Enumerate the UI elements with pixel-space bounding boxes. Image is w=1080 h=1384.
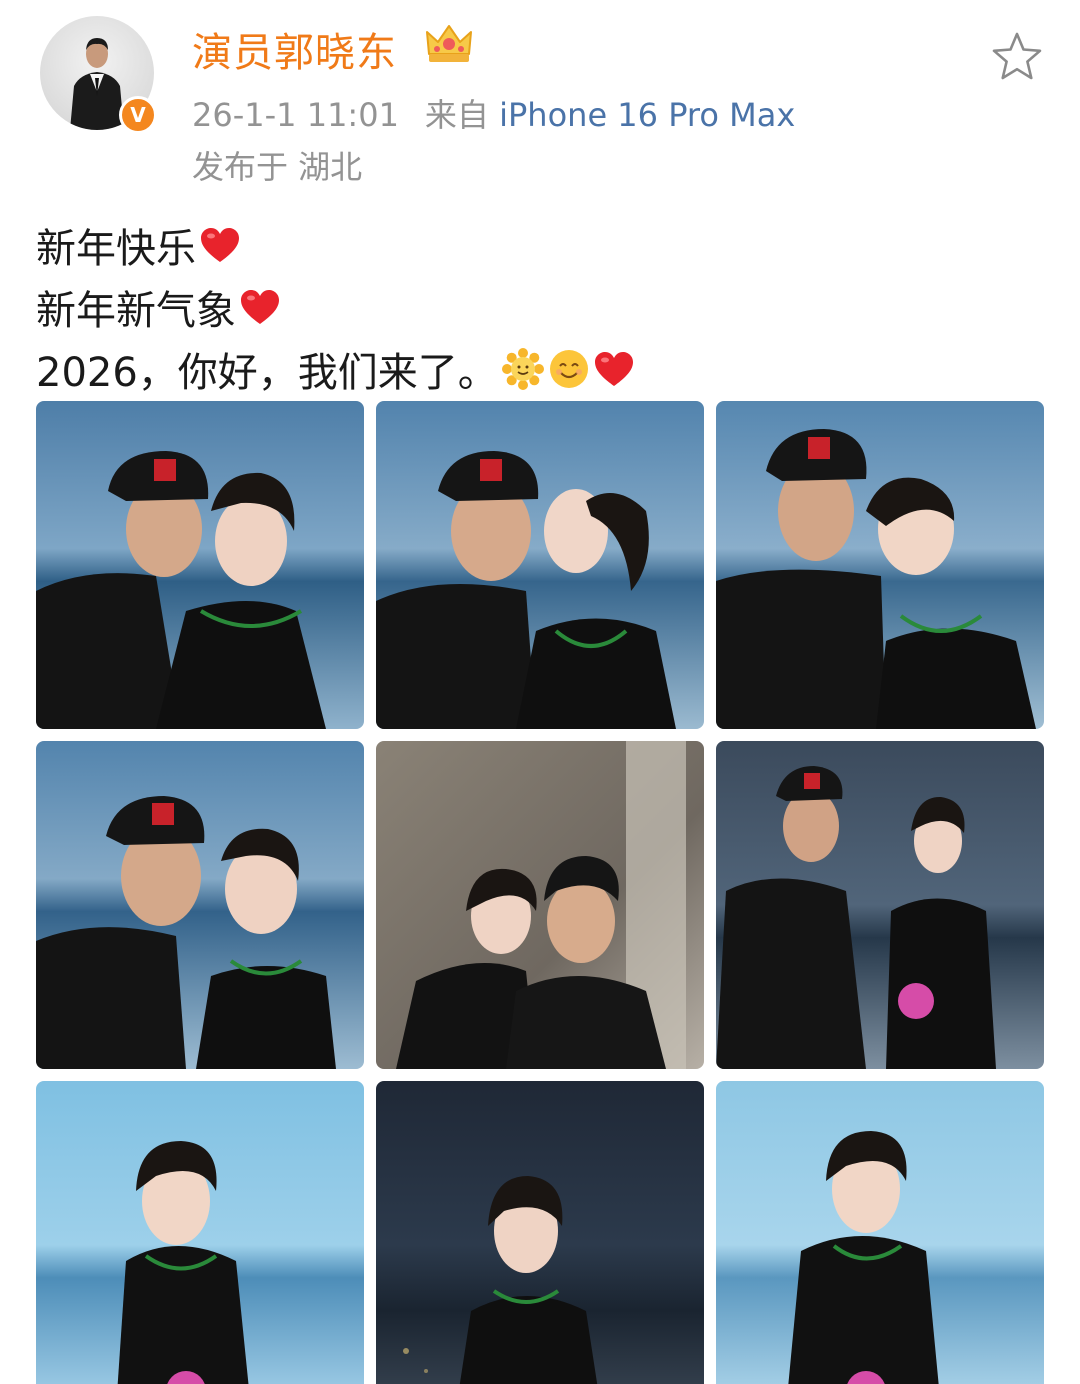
- verified-badge-icon: V: [119, 96, 157, 134]
- heart-icon: [241, 290, 279, 324]
- post-text: 新年快乐 新年新气象 2026，你好，我们来了。: [36, 214, 636, 400]
- couple-photo-2[interactable]: [376, 401, 704, 729]
- sunflower-icon: [501, 348, 544, 390]
- heart-icon: [201, 228, 239, 262]
- post-line-text: 2026，你好，我们来了。: [36, 350, 498, 396]
- device-link[interactable]: iPhone 16 Pro Max: [499, 96, 795, 134]
- post-line: 新年新气象: [36, 276, 636, 338]
- couple-photo-6[interactable]: [716, 741, 1044, 1069]
- couple-photo-5[interactable]: [376, 741, 704, 1069]
- post-line: 新年快乐: [36, 214, 636, 276]
- post-date: 26-1-1 11:01: [192, 96, 399, 134]
- weibo-post: V 演员郭晓东 26-1-1 11:01 来自 iPhone 16 Pro Max…: [0, 0, 1080, 1384]
- source-prefix: 来自: [424, 96, 489, 134]
- woman-portrait-1[interactable]: [36, 1081, 364, 1384]
- smile-icon: [549, 350, 588, 388]
- photo-grid: [36, 401, 1044, 1384]
- heart-icon: [594, 352, 633, 386]
- post-location: 发布于 湖北: [192, 148, 363, 186]
- couple-photo-3[interactable]: [716, 401, 1044, 729]
- post-line-text: 新年快乐: [36, 226, 196, 272]
- star-outline-icon[interactable]: [990, 30, 1044, 84]
- post-line: 2026，你好，我们来了。: [36, 338, 636, 400]
- post-meta: 26-1-1 11:01 来自 iPhone 16 Pro Max: [192, 90, 795, 136]
- crown-icon[interactable]: [424, 20, 474, 66]
- woman-portrait-2[interactable]: [376, 1081, 704, 1384]
- author-name[interactable]: 演员郭晓东: [192, 20, 397, 78]
- woman-portrait-3[interactable]: [716, 1081, 1044, 1384]
- post-line-text: 新年新气象: [36, 288, 236, 334]
- couple-photo-4[interactable]: [36, 741, 364, 1069]
- couple-photo-1[interactable]: [36, 401, 364, 729]
